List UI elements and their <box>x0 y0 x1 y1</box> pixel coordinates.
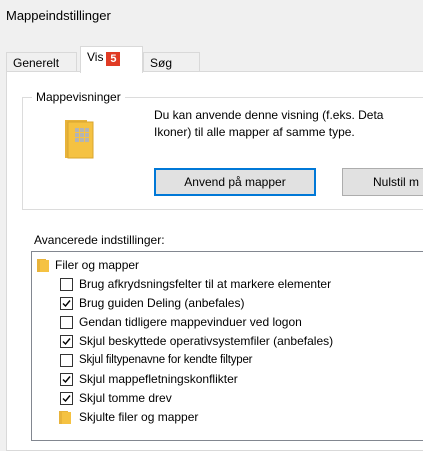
checkbox-checked[interactable] <box>60 335 73 348</box>
description-line: Ikoner) til alle mapper af samme type. <box>154 125 355 139</box>
description-line: Du kan anvende denne visning (f.eks. Det… <box>154 108 384 122</box>
tree-item-label: Skjulte filer og mapper <box>79 410 199 424</box>
tab-soeg[interactable]: Søg <box>143 52 200 72</box>
tree-item-label: Brug afkrydsningsfelter til at markere e… <box>79 277 332 291</box>
tree-item-label: Brug guiden Deling (anbefales) <box>79 296 245 310</box>
tab-generelt[interactable]: Generelt <box>6 52 77 72</box>
checkbox-checked[interactable] <box>60 297 73 310</box>
tab-label: Vis <box>87 50 104 64</box>
tree-item-label: Skjul tomme drev <box>79 391 172 405</box>
checkbox-unchecked[interactable] <box>60 316 73 329</box>
tab-vis[interactable]: Vis 5 <box>80 46 143 73</box>
tree-item-label: Gendan tidligere mappevinduer ved logon <box>79 315 302 329</box>
folder-icon <box>37 259 49 272</box>
tab-label: Søg <box>150 56 173 70</box>
checkmark-icon <box>62 300 71 308</box>
checkbox-unchecked[interactable] <box>60 278 73 291</box>
checkmark-icon <box>62 376 71 384</box>
folder-views-group-label: Mappevisninger <box>32 90 125 104</box>
checkmark-icon <box>62 338 71 346</box>
checkbox-unchecked[interactable] <box>60 354 73 367</box>
advanced-settings-tree[interactable]: Filer og mapper Brug afkrydsningsfelter … <box>31 251 423 441</box>
apply-to-folders-button[interactable]: Anvend på mapper <box>154 168 316 196</box>
tab-label: Generelt <box>13 56 60 70</box>
tree-item-label: Filer og mapper <box>55 258 140 272</box>
tab-strip: Generelt Vis 5 Søg <box>6 44 423 73</box>
tab-badge: 5 <box>106 52 121 66</box>
tree-item-label: Skjul mappefletningskonflikter <box>79 372 238 386</box>
checkbox-checked[interactable] <box>60 373 73 386</box>
checkbox-checked[interactable] <box>60 392 73 405</box>
folder-view-icon <box>65 120 94 159</box>
tree-item-label: Skjul filtypenavne for kendte filtyper <box>79 354 253 366</box>
window-title: Mappeindstillinger <box>6 8 111 23</box>
folder-icon <box>59 411 71 424</box>
folder-views-description: Du kan anvende denne visning (f.eks. Det… <box>154 107 423 141</box>
reset-folders-button[interactable]: Nulstil m <box>342 168 423 196</box>
advanced-settings-label: Avancerede indstillinger: <box>34 233 165 247</box>
tree-item-label: Skjul beskyttede operativsystemfiler (an… <box>79 334 334 348</box>
checkmark-icon <box>62 395 71 403</box>
